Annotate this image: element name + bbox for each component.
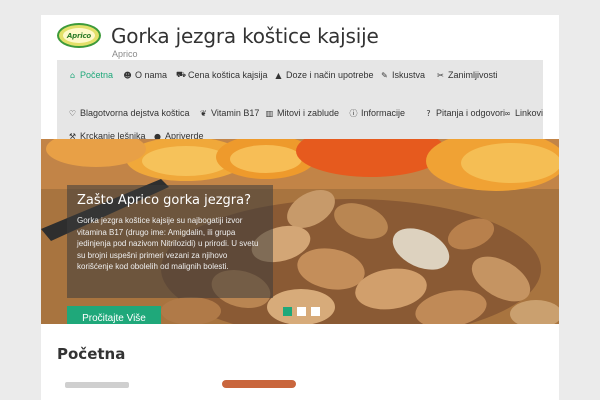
read-more-button[interactable]: Pročitajte Više	[67, 306, 161, 324]
slider-dot-1[interactable]	[283, 307, 292, 316]
site-tagline: Aprico	[112, 49, 138, 59]
nav-item-iskustva[interactable]: ✎ Iskustva	[380, 67, 425, 83]
content-thumbnail-1[interactable]	[65, 382, 129, 388]
nav-item-mitovi[interactable]: ▥ Mitovi i zablude	[265, 105, 339, 121]
info-icon: ⓘ	[349, 108, 358, 118]
hero-slider[interactable]: Zašto Aprico gorka jezgra? Gorka jezgra …	[41, 139, 559, 324]
logo-text: Aprico	[66, 31, 92, 40]
book-icon: ▥	[265, 108, 274, 118]
nav-item-informacije[interactable]: ⓘ Informacije	[349, 105, 406, 121]
nav-item-pitanja[interactable]: ? Pitanja i odgovori	[424, 105, 505, 121]
question-icon: ?	[426, 108, 431, 118]
page-heading: Početna	[57, 345, 126, 363]
content-thumbnail-2[interactable]	[222, 380, 296, 388]
slider-dot-2[interactable]	[297, 307, 306, 316]
link-icon: ∞	[504, 108, 511, 118]
slider-pagination	[283, 307, 320, 316]
slider-caption-text: Gorka jezgra koštice kajsije su najbogat…	[77, 216, 259, 271]
tools-icon: ✂	[437, 70, 444, 80]
main-navigation: ⌂ Početna ☻ O nama ⛟ Cena koštica kajsij…	[57, 60, 543, 146]
slider-caption-title: Zašto Aprico gorka jezgra?	[77, 193, 252, 208]
nav-item-cena[interactable]: ⛟ Cena koštica kajsija	[176, 67, 268, 83]
slider-dot-3[interactable]	[311, 307, 320, 316]
nav-item-blagotvorna[interactable]: ♡ Blagotvorna dejstva koštica	[68, 105, 190, 121]
cart-icon: ⛟	[176, 70, 187, 79]
nav-item-zanimljivosti[interactable]: ✂ Zanimljivosti	[436, 67, 497, 83]
nav-item-o-nama[interactable]: ☻ O nama	[123, 67, 167, 83]
nav-item-vitamin-b17[interactable]: ❦ Vitamin B17	[199, 105, 259, 121]
home-icon: ⌂	[69, 70, 76, 80]
pencil-icon: ✎	[381, 70, 388, 80]
heart-icon: ♡	[68, 108, 77, 118]
users-icon: ☻	[123, 70, 132, 80]
nav-item-linkovi[interactable]: ∞ Linkovi	[503, 105, 543, 121]
leaf-icon: ❦	[200, 108, 207, 118]
site-logo[interactable]: Aprico	[57, 23, 101, 48]
page-container: Aprico Gorka jezgra koštice kajsije Apri…	[41, 15, 559, 400]
flask-icon: ▲	[275, 70, 282, 80]
site-title[interactable]: Gorka jezgra koštice kajsije	[111, 24, 379, 48]
nav-item-pocetna[interactable]: ⌂ Početna	[68, 67, 113, 83]
nav-item-doze[interactable]: ▲ Doze i način upotrebe	[274, 67, 373, 83]
slider-caption: Zašto Aprico gorka jezgra? Gorka jezgra …	[67, 185, 273, 298]
